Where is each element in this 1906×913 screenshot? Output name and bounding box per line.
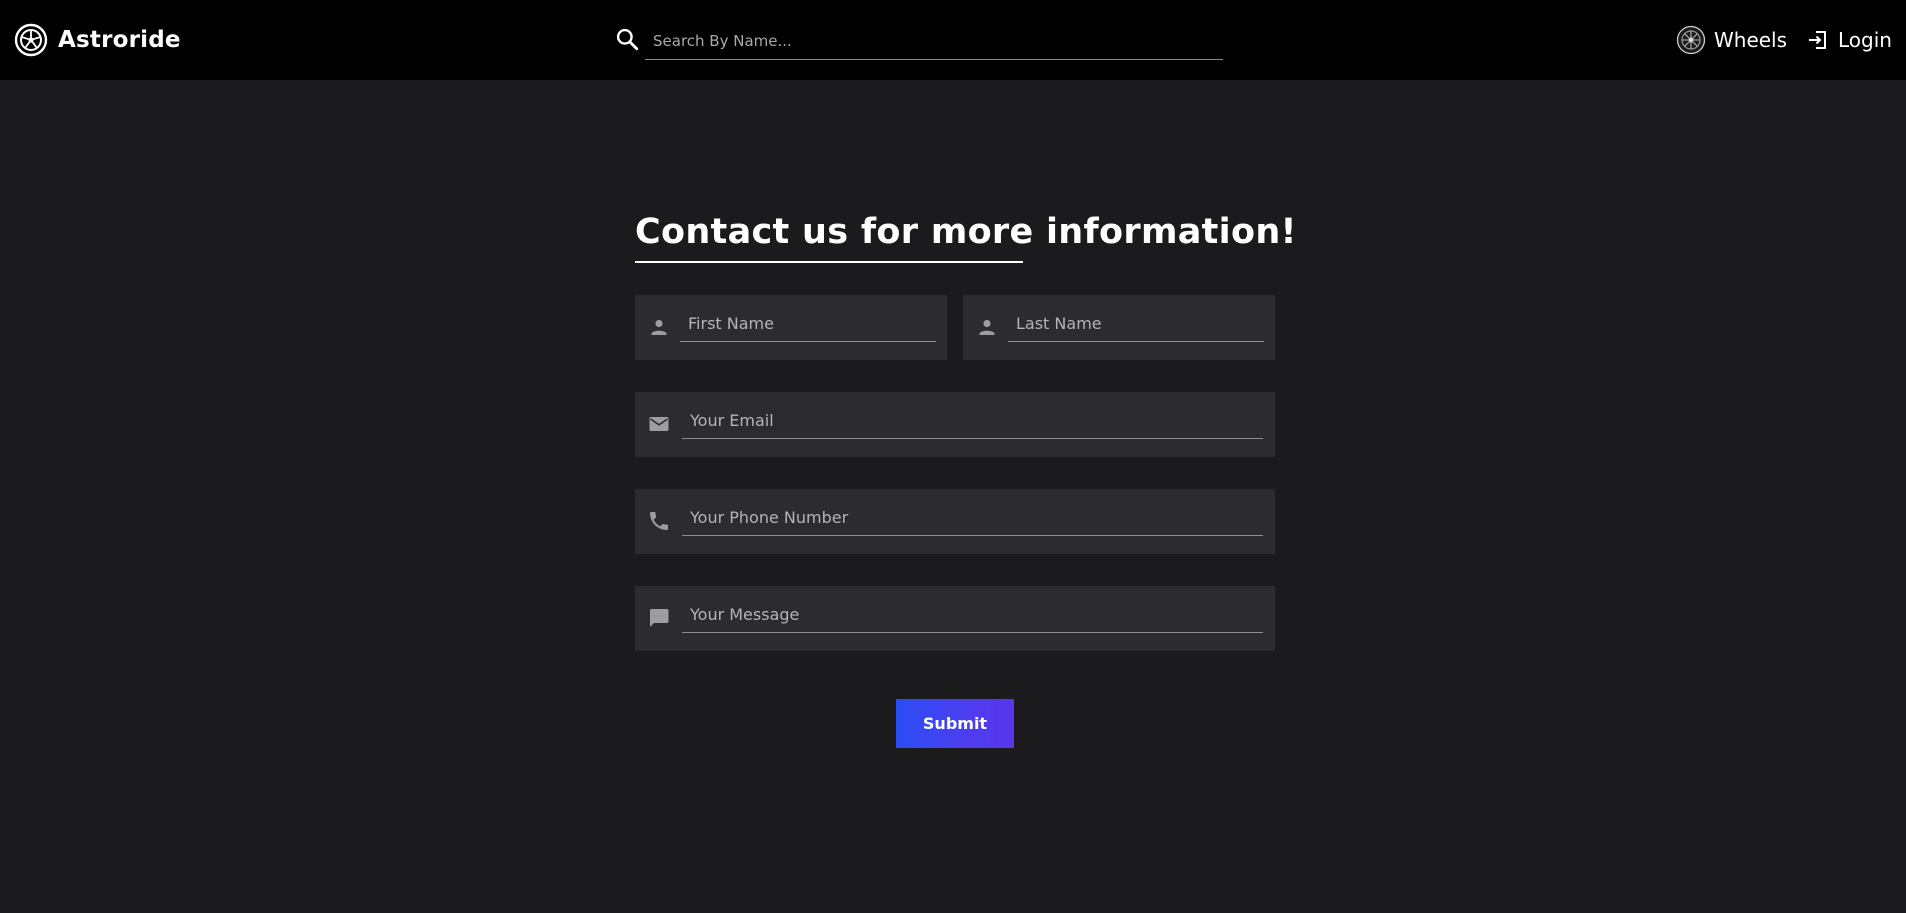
message-field [635,586,1275,651]
message-icon [650,609,669,627]
wheel-logo-icon [14,23,48,57]
brand-link[interactable]: Astroride [14,23,181,57]
top-navbar: Astroride Wheels Login [0,0,1906,80]
brand-name: Astroride [58,27,181,53]
nav-wheels-label: Wheels [1714,28,1788,52]
submit-button[interactable]: Submit [896,699,1014,748]
first-name-input[interactable] [680,306,936,342]
search-icon [616,28,639,51]
search-bar [612,22,1224,62]
nav-login-link[interactable]: Login [1806,24,1892,56]
phone-input[interactable] [682,500,1263,536]
person-icon [651,319,667,335]
nav-login-label: Login [1838,28,1892,52]
mail-icon [649,417,669,431]
search-input[interactable] [645,22,1223,60]
wheel-icon [1676,25,1706,55]
person-icon [979,319,995,335]
phone-icon [650,512,668,530]
last-name-field [963,295,1275,360]
page-title: Contact us for more information! [635,212,1297,252]
last-name-input[interactable] [1008,306,1264,342]
email-input[interactable] [682,403,1263,439]
email-field [635,392,1275,457]
login-icon [1809,31,1826,49]
title-underline [635,261,1023,263]
nav-wheels-link[interactable]: Wheels [1676,24,1787,56]
first-name-field [635,295,947,360]
phone-field [635,489,1275,554]
message-input[interactable] [682,597,1263,633]
